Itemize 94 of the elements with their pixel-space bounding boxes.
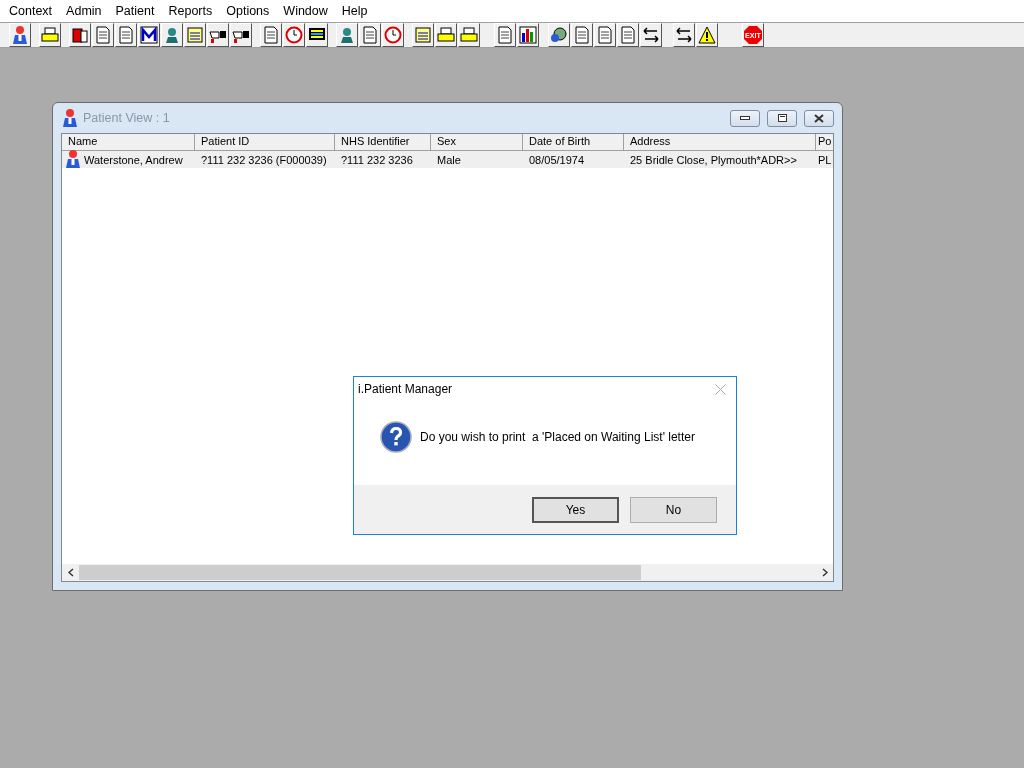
toolbar-button[interactable] (9, 23, 31, 47)
document-icon (620, 26, 636, 44)
toolbar-button[interactable] (435, 23, 457, 47)
minimize-button[interactable] (730, 109, 760, 127)
toolbar-button[interactable] (138, 23, 160, 47)
document-icon (95, 26, 111, 44)
document-icon (597, 26, 613, 44)
clock-icon (384, 26, 402, 44)
table-cell: 25 Bridle Close, Plymouth*ADR>> (630, 153, 797, 166)
toolbar-button[interactable] (594, 23, 616, 47)
printer-icon (460, 26, 478, 44)
monitor-icon (308, 27, 326, 43)
printer-icon (41, 26, 59, 44)
toolbar-button[interactable] (184, 23, 206, 47)
toolbar-button[interactable] (92, 23, 114, 47)
table-cell: Male (437, 153, 461, 166)
close-button[interactable] (804, 109, 834, 127)
printer-icon (437, 26, 455, 44)
document-icon (497, 26, 513, 44)
letter-m-icon (140, 26, 158, 44)
toolbar-button[interactable] (696, 23, 718, 47)
toolbar-button[interactable] (359, 23, 381, 47)
menu-item[interactable]: Patient (108, 4, 162, 18)
menu-item[interactable]: Reports (161, 4, 220, 18)
toolbar-button[interactable] (458, 23, 480, 47)
doctor-icon (163, 26, 181, 44)
table-cell: PL (818, 153, 832, 166)
toolbar-button[interactable] (494, 23, 516, 47)
toolbar-button[interactable] (260, 23, 282, 47)
table-cell: Waterstone, Andrew (84, 153, 183, 166)
column-header[interactable]: Date of Birth (523, 134, 624, 151)
menu-item[interactable]: Options (219, 4, 277, 18)
warning-icon (698, 26, 716, 44)
dialog-button[interactable]: Yes (532, 496, 619, 523)
horizontal-scrollbar[interactable] (62, 564, 833, 581)
person-icon (64, 148, 82, 169)
column-header[interactable]: Name (62, 134, 195, 151)
book-icon (71, 26, 89, 44)
table-cell: 08/05/1974 (529, 153, 585, 166)
column-header[interactable]: Address (624, 134, 816, 151)
person-icon (11, 25, 29, 45)
note-icon (186, 26, 204, 44)
arrows-icon (642, 26, 660, 44)
window-title: Patient View : 1 (83, 111, 171, 125)
toolbar-button[interactable] (207, 23, 229, 47)
note-icon (414, 26, 432, 44)
table-cell: ?111 232 3236 (341, 153, 413, 166)
scroll-left-icon[interactable] (67, 568, 74, 577)
dialog-button[interactable]: No (630, 496, 717, 523)
column-header[interactable]: NHS Identifier (335, 134, 431, 151)
toolbar-button[interactable] (161, 23, 183, 47)
table-cell: ?111 232 3236 (F000039) (201, 153, 327, 166)
toolbar-button[interactable] (548, 23, 570, 47)
arrows-icon (675, 26, 693, 44)
column-header[interactable]: Po (816, 134, 833, 151)
question-icon (380, 421, 412, 453)
maximize-button[interactable] (767, 109, 797, 127)
toolbar-button[interactable] (640, 23, 662, 47)
column-header[interactable]: Patient ID (195, 134, 335, 151)
person-icon (61, 108, 79, 128)
document-icon (362, 26, 378, 44)
document-icon (574, 26, 590, 44)
toolbar-button[interactable] (382, 23, 404, 47)
menu-item[interactable]: Admin (59, 4, 109, 18)
toolbar-button[interactable] (673, 23, 695, 47)
scroll-right-icon[interactable] (821, 568, 828, 577)
toolbar-button[interactable] (617, 23, 639, 47)
toolbar-button[interactable] (39, 23, 61, 47)
column-header[interactable]: Sex (431, 134, 523, 151)
menu-item[interactable]: Help (334, 4, 375, 18)
doctor-icon (338, 26, 356, 44)
dialog-message: Do you wish to print a 'Placed on Waiting List' letter (420, 430, 695, 444)
toolbar-button[interactable] (517, 23, 539, 47)
patient-row[interactable]: Waterstone, Andrew ?111 232 3236 (F000039) ?111 232 3236 Male 08/05/1974 25 Bridle Close, Plymouth*ADR>> PL (62, 151, 833, 168)
toolbar-button[interactable] (230, 23, 252, 47)
toolbar-button[interactable] (571, 23, 593, 47)
dialog-title: i.Patient Manager (358, 382, 454, 396)
toolbar-button[interactable] (69, 23, 91, 47)
toolbar-button[interactable] (412, 23, 434, 47)
minimize-icon (740, 116, 750, 120)
document-icon (118, 26, 134, 44)
toolbar-button[interactable] (306, 23, 328, 47)
close-icon (814, 113, 824, 123)
clock-icon (285, 26, 303, 44)
toolbar-button[interactable]: EXIT (742, 23, 764, 47)
toolbar-button[interactable] (283, 23, 305, 47)
toolbar-button[interactable] (115, 23, 137, 47)
document-icon (263, 26, 279, 44)
menu-item[interactable]: Context (2, 4, 60, 18)
globe-icon (550, 26, 568, 44)
menu-item[interactable]: Window (276, 4, 335, 18)
bar-chart-icon (519, 26, 537, 44)
toolbar-button[interactable] (336, 23, 358, 47)
maximize-icon (777, 114, 787, 122)
